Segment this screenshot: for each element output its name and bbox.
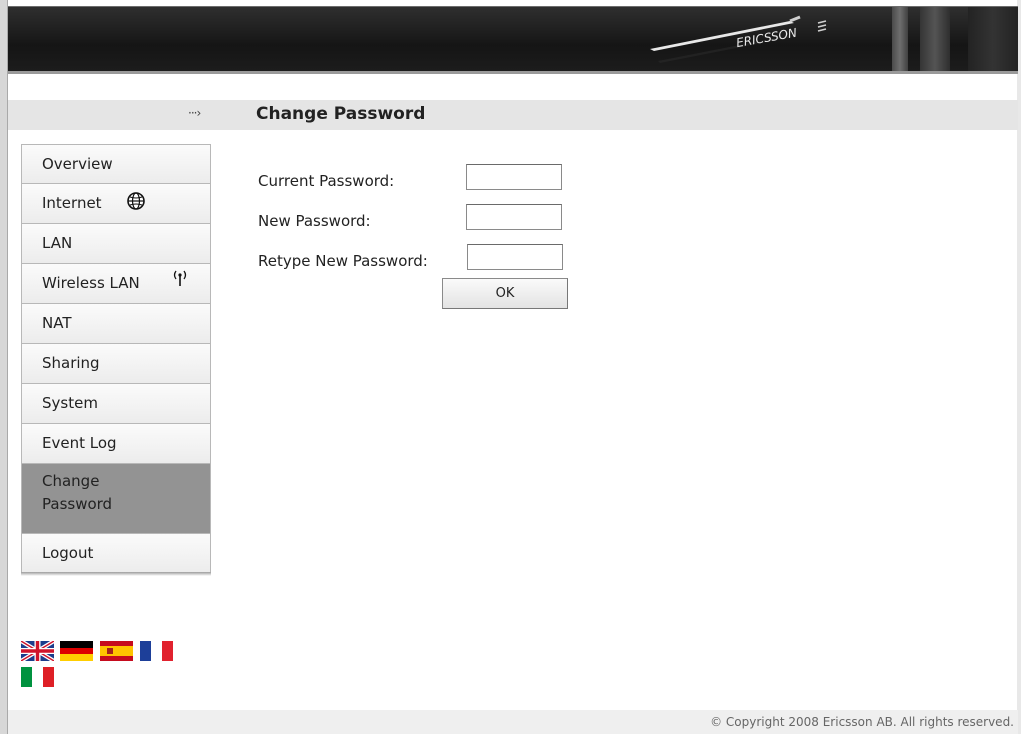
sidebar-item-event-log[interactable]: Event Log	[21, 424, 211, 464]
sidebar-item-logout[interactable]: Logout	[21, 534, 211, 574]
sidebar-item-label: NAT	[42, 314, 72, 332]
french-flag-icon[interactable]	[140, 641, 173, 661]
page-title: Change Password	[256, 104, 426, 124]
new-password-input[interactable]	[466, 204, 562, 230]
german-flag-icon[interactable]	[60, 641, 93, 661]
wireless-antenna-icon	[173, 270, 187, 286]
sidebar-item-nat[interactable]: NAT	[21, 304, 211, 344]
italian-flag-icon[interactable]	[21, 667, 54, 687]
sidebar-nav: Overview Internet LAN Wireless LAN NAT S…	[21, 144, 211, 574]
arrow-icon: ···›	[188, 106, 201, 120]
sidebar-item-overview[interactable]: Overview	[21, 144, 211, 184]
current-password-input[interactable]	[466, 164, 562, 190]
uk-flag-icon[interactable]	[21, 641, 54, 661]
header-decor-stripe	[968, 7, 1018, 71]
sidebar-item-label: Logout	[42, 544, 94, 562]
sidebar-item-sharing[interactable]: Sharing	[21, 344, 211, 384]
sidebar-shadow	[21, 572, 211, 576]
sidebar-item-label: Overview	[42, 155, 113, 173]
page-title-bar: ···› Change Password	[8, 100, 1018, 130]
ok-button[interactable]: OK	[442, 278, 568, 309]
retype-password-input[interactable]	[467, 244, 563, 270]
current-password-row: Current Password:	[258, 162, 578, 194]
sidebar-item-system[interactable]: System	[21, 384, 211, 424]
current-password-label: Current Password:	[258, 172, 395, 190]
sidebar-item-change-password[interactable]: Change Password	[21, 464, 211, 534]
window-left-frame	[0, 0, 8, 734]
sidebar-item-label: Change Password	[42, 472, 113, 513]
new-password-row: New Password:	[258, 202, 578, 234]
sidebar-item-label: LAN	[42, 234, 73, 252]
globe-icon	[127, 192, 145, 210]
header-banner: ERICSSON	[8, 6, 1018, 74]
copyright-text: © Copyright 2008 Ericsson AB. All rights…	[710, 715, 1014, 729]
retype-password-label: Retype New Password:	[258, 252, 428, 270]
new-password-label: New Password:	[258, 212, 371, 230]
footer: © Copyright 2008 Ericsson AB. All rights…	[8, 710, 1018, 734]
sidebar-item-lan[interactable]: LAN	[21, 224, 211, 264]
header-decor-stripe	[920, 7, 950, 71]
sidebar-item-label: Wireless LAN	[42, 274, 140, 292]
sidebar-item-internet[interactable]: Internet	[21, 184, 211, 224]
spanish-flag-icon[interactable]	[100, 641, 133, 661]
retype-password-row: Retype New Password:	[258, 242, 578, 274]
sidebar-item-label: System	[42, 394, 98, 412]
sidebar-item-label: Event Log	[42, 434, 117, 452]
sidebar-item-label: Sharing	[42, 354, 100, 372]
ericsson-logo: ERICSSON	[650, 15, 827, 63]
sidebar-item-label: Internet	[42, 194, 102, 212]
sidebar-item-wireless-lan[interactable]: Wireless LAN	[21, 264, 211, 304]
logo-text: ERICSSON	[735, 26, 798, 50]
